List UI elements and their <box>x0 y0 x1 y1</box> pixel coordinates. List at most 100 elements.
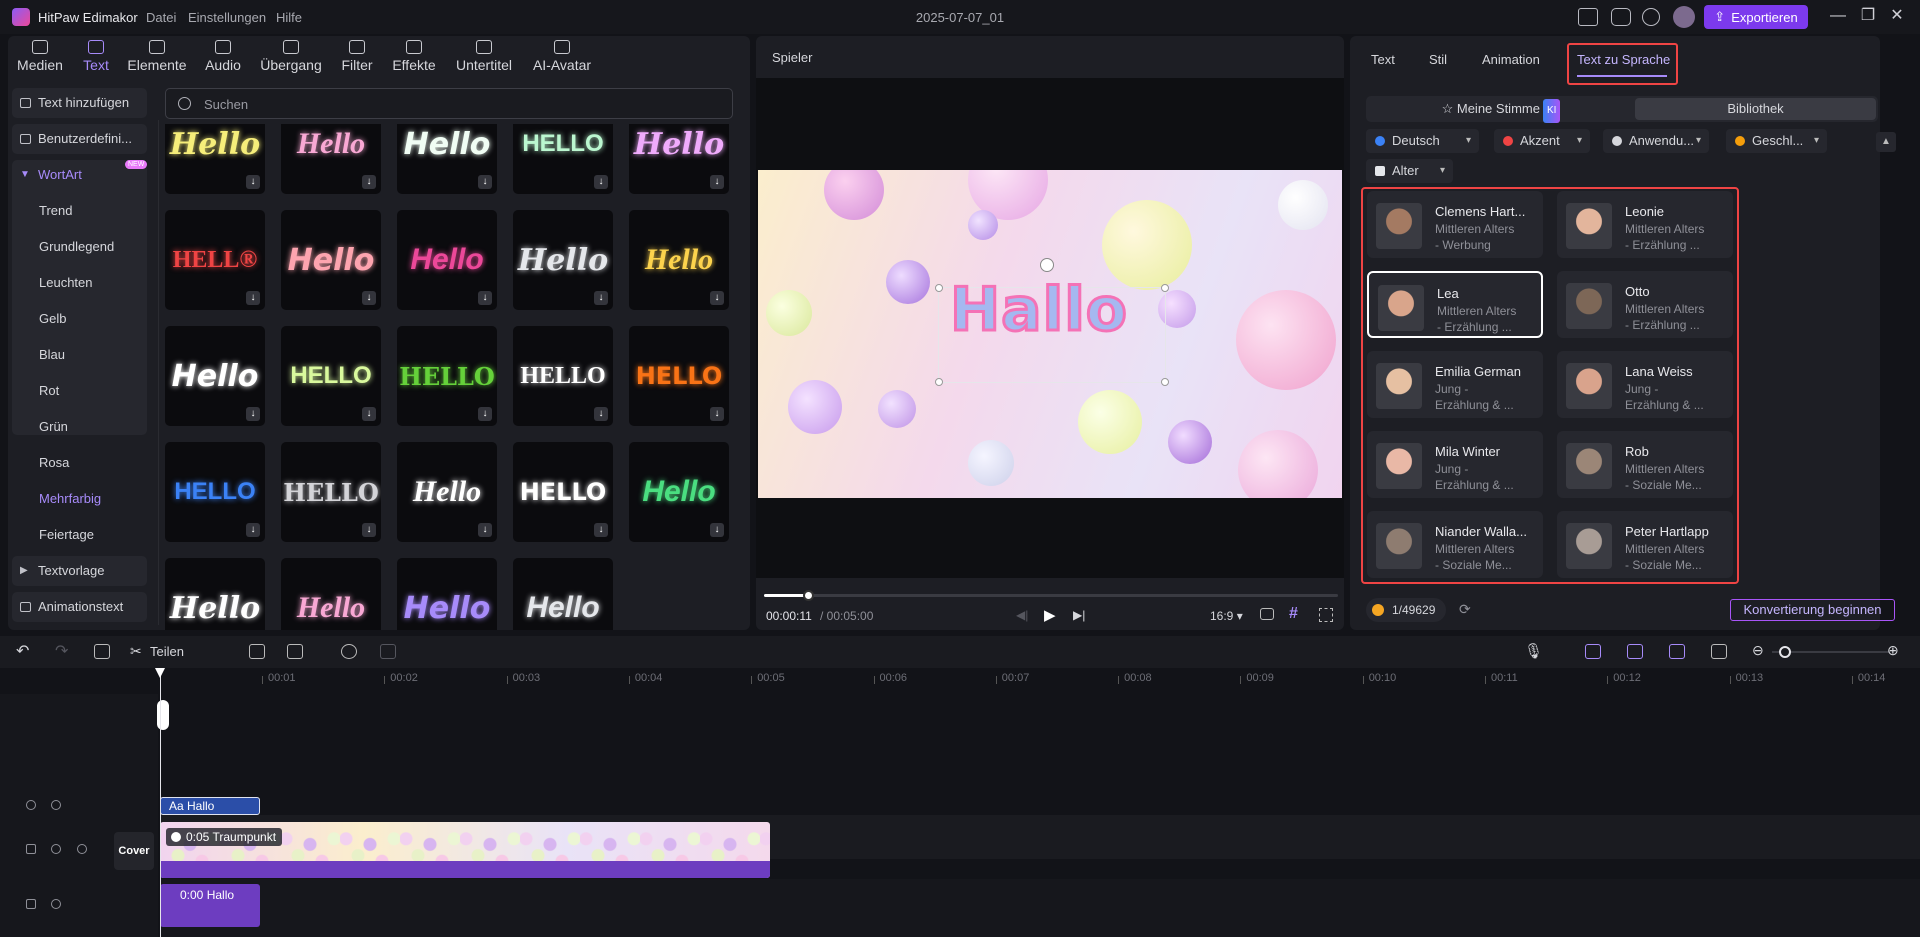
tool-effekte[interactable]: Effekte <box>389 40 439 80</box>
wordart-tile[interactable]: HELL® ↓ <box>165 210 265 310</box>
filter-language[interactable]: Deutsch ▾ <box>1366 129 1479 153</box>
wordart-tile[interactable]: Hello ↓ <box>397 442 497 542</box>
scissors-icon[interactable]: ✂ <box>130 643 142 660</box>
search-input[interactable] <box>204 95 704 113</box>
category-trend[interactable]: Trend <box>12 196 148 226</box>
voice-card[interactable]: Otto Mittleren Alters - Erzählung ... <box>1557 271 1733 338</box>
prev-frame-icon[interactable]: ◀| <box>1016 608 1028 622</box>
tool-untertitel[interactable]: Untertitel <box>453 40 515 80</box>
download-icon[interactable] <box>1642 8 1660 26</box>
rotate-icon[interactable] <box>1040 258 1054 272</box>
split-track-icon[interactable] <box>1669 644 1685 659</box>
maximize-icon[interactable]: ❐ <box>1857 6 1879 26</box>
speed-icon[interactable] <box>341 644 357 659</box>
export-button[interactable]: ⇪ Exportieren <box>1704 5 1808 29</box>
filter-usage[interactable]: Anwendu... ▾ <box>1603 129 1709 153</box>
video-preview[interactable]: Hallo <box>758 170 1342 498</box>
redo-icon[interactable]: ↷ <box>55 641 68 661</box>
tool-uebergang[interactable]: Übergang <box>258 40 324 80</box>
zoom-handle[interactable] <box>1779 646 1791 658</box>
download-icon[interactable]: ↓ <box>594 291 608 305</box>
download-icon[interactable]: ↓ <box>594 523 608 537</box>
wordart-tile[interactable]: Hello <box>513 558 613 630</box>
seek-bar[interactable] <box>764 594 1338 597</box>
tab-text[interactable]: Text <box>1371 52 1395 67</box>
refresh-icon[interactable]: ⟳ <box>1459 601 1471 618</box>
text-clip[interactable]: Aa Hallo <box>160 797 260 815</box>
download-icon[interactable]: ↓ <box>594 407 608 421</box>
tab-animation[interactable]: Animation <box>1482 52 1540 67</box>
category-animationstext[interactable]: Animationstext <box>12 592 147 622</box>
category-add-text[interactable]: Text hinzufügen <box>12 88 147 118</box>
wordart-tile[interactable]: Hello <box>397 558 497 630</box>
wordart-tile[interactable]: Hello ↓ <box>513 210 613 310</box>
zoom-in-icon[interactable]: ⊕ <box>1887 642 1899 659</box>
download-icon[interactable]: ↓ <box>246 523 260 537</box>
voice-card[interactable]: Emilia German Jung - Erzählung & ... <box>1367 351 1543 418</box>
category-grundlegend[interactable]: Grundlegend <box>12 232 148 262</box>
crop-icon[interactable] <box>380 644 396 659</box>
magnet-icon[interactable] <box>1627 644 1643 659</box>
wordart-tile[interactable]: Hello ↓ <box>165 124 265 194</box>
download-icon[interactable]: ↓ <box>362 175 376 189</box>
voice-card[interactable]: Niander Walla... Mittleren Alters - Sozial… <box>1367 511 1543 578</box>
toggle-library[interactable]: Bibliothek <box>1635 98 1876 120</box>
undo-icon[interactable]: ↶ <box>16 641 29 661</box>
voice-card[interactable]: Peter Hartlapp Mittleren Alters - Soziale … <box>1557 511 1733 578</box>
wordart-tile[interactable]: HELLO ↓ <box>397 326 497 426</box>
toggle-my-voice[interactable]: ☆ Meine Stimme KI <box>1368 98 1634 123</box>
wordart-tile[interactable]: HELLO ↓ <box>165 442 265 542</box>
voice-card[interactable]: Mila Winter Jung - Erzählung & ... <box>1367 431 1543 498</box>
tool-filter[interactable]: Filter <box>339 40 375 80</box>
fit-icon[interactable] <box>1711 644 1727 659</box>
category-textvorlage[interactable]: ▶ Textvorlage <box>12 556 147 586</box>
download-icon[interactable]: ↓ <box>362 407 376 421</box>
wordart-tile[interactable]: Hello ↓ <box>165 326 265 426</box>
voice-card[interactable]: Rob Mittleren Alters - Soziale Me... <box>1557 431 1733 498</box>
play-icon[interactable]: ▶ <box>1044 606 1056 624</box>
wordart-tile[interactable]: Hello ↓ <box>629 124 729 194</box>
category-feiertage[interactable]: Feiertage <box>12 520 148 550</box>
visibility-icon[interactable] <box>51 800 61 810</box>
category-leuchten[interactable]: Leuchten <box>12 268 148 298</box>
avatar[interactable] <box>1673 6 1695 28</box>
download-icon[interactable]: ↓ <box>246 407 260 421</box>
download-icon[interactable]: ↓ <box>478 407 492 421</box>
download-icon[interactable]: ↓ <box>362 523 376 537</box>
grid-icon[interactable]: # <box>1289 605 1298 623</box>
feedback-icon[interactable] <box>1611 8 1631 26</box>
wordart-tile[interactable]: Hello ↓ <box>397 210 497 310</box>
microphone-icon[interactable]: 🎙 <box>1524 642 1543 660</box>
split-marker[interactable] <box>157 700 169 730</box>
zoom-out-icon[interactable]: ⊖ <box>1752 642 1764 659</box>
fullscreen-icon[interactable] <box>1319 608 1333 622</box>
tool-ai-avatar[interactable]: AI-Avatar <box>530 40 594 80</box>
cover-button[interactable]: Cover <box>114 832 154 870</box>
voice-card[interactable]: Lea Mittleren Alters - Erzählung ... <box>1367 271 1543 338</box>
mute-icon[interactable] <box>77 844 87 854</box>
close-icon[interactable]: ✕ <box>1886 6 1908 26</box>
next-frame-icon[interactable]: ▶| <box>1073 608 1085 622</box>
wordart-tile[interactable]: Hello ↓ <box>281 210 381 310</box>
wordart-tile[interactable]: Hello ↓ <box>397 124 497 194</box>
wordart-tile[interactable]: Hello ↓ <box>629 210 729 310</box>
minimize-icon[interactable]: — <box>1827 6 1849 26</box>
category-rosa[interactable]: Rosa <box>12 448 148 478</box>
category-gruen[interactable]: Grün <box>12 412 148 442</box>
resize-handle[interactable] <box>935 378 943 386</box>
layout-icon[interactable] <box>1578 8 1598 26</box>
voice-card[interactable]: Clemens Hart... Mittleren Alters - Werbung <box>1367 191 1543 258</box>
download-icon[interactable]: ↓ <box>710 523 724 537</box>
download-icon[interactable]: ↓ <box>594 175 608 189</box>
aspect-ratio-select[interactable]: 16:9 ▾ <box>1210 609 1243 623</box>
text-tool-icon[interactable] <box>287 644 303 659</box>
category-custom[interactable]: Benutzerdefini... <box>12 124 147 154</box>
wordart-tile[interactable]: Hello ↓ <box>281 124 381 194</box>
wordart-tile[interactable]: HELLO ↓ <box>513 442 613 542</box>
resize-handle[interactable] <box>1161 378 1169 386</box>
wordart-tile[interactable]: HELLO ↓ <box>513 124 613 194</box>
tab-stil[interactable]: Stil <box>1429 52 1447 67</box>
resize-handle[interactable] <box>1161 284 1169 292</box>
filter-gender[interactable]: Geschl... ▾ <box>1726 129 1827 153</box>
category-gelb[interactable]: Gelb <box>12 304 148 334</box>
